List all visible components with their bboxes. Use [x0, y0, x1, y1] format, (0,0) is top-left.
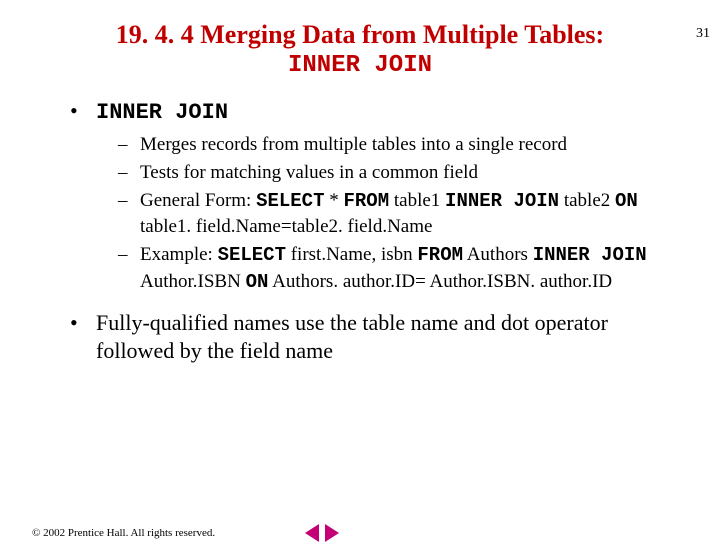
text: General Form:: [140, 190, 256, 211]
sub-bullet-example: Example: SELECT first.Name, isbn FROM Au…: [118, 242, 670, 295]
text: Authors. author.ID= Author.ISBN. author.…: [268, 271, 612, 292]
next-arrow-icon[interactable]: [325, 524, 339, 542]
keyword-inner-join: INNER JOIN: [445, 190, 559, 212]
title-main: 19. 4. 4 Merging Data from Multiple Tabl…: [60, 20, 660, 50]
sub-bullet-general-form: General Form: SELECT * FROM table1 INNER…: [118, 188, 670, 240]
keyword-on: ON: [615, 190, 638, 212]
sub-bullet: Tests for matching values in a common fi…: [118, 160, 670, 186]
keyword-on: ON: [246, 271, 269, 293]
bullet-label: INNER JOIN: [96, 100, 228, 125]
footer: © 2002 Prentice Hall. All rights reserve…: [32, 524, 688, 542]
text: *: [325, 190, 344, 211]
keyword-select: SELECT: [256, 190, 324, 212]
nav-arrows: [305, 524, 339, 542]
keyword-from: FROM: [417, 244, 463, 266]
text: Author.ISBN: [140, 271, 246, 292]
page-number: 31: [696, 26, 710, 42]
bullet-inner-join: INNER JOIN Merges records from multiple …: [70, 97, 670, 295]
slide-content: INNER JOIN Merges records from multiple …: [70, 97, 670, 364]
keyword-from: FROM: [344, 190, 390, 212]
prev-arrow-icon[interactable]: [305, 524, 319, 542]
bullet-fully-qualified: Fully-qualified names use the table name…: [70, 309, 670, 364]
keyword-select: SELECT: [218, 244, 286, 266]
text: table1: [389, 190, 445, 211]
title-sub: INNER JOIN: [60, 52, 660, 79]
text: Authors: [463, 244, 533, 265]
text: table1. field.Name=table2. field.Name: [140, 216, 432, 237]
text: table2: [559, 190, 615, 211]
copyright-text: © 2002 Prentice Hall. All rights reserve…: [32, 527, 215, 539]
text: first.Name, isbn: [286, 244, 417, 265]
slide-title: 19. 4. 4 Merging Data from Multiple Tabl…: [0, 20, 720, 79]
sub-bullet: Merges records from multiple tables into…: [118, 132, 670, 158]
text: Example:: [140, 244, 218, 265]
keyword-inner-join: INNER JOIN: [533, 244, 647, 266]
